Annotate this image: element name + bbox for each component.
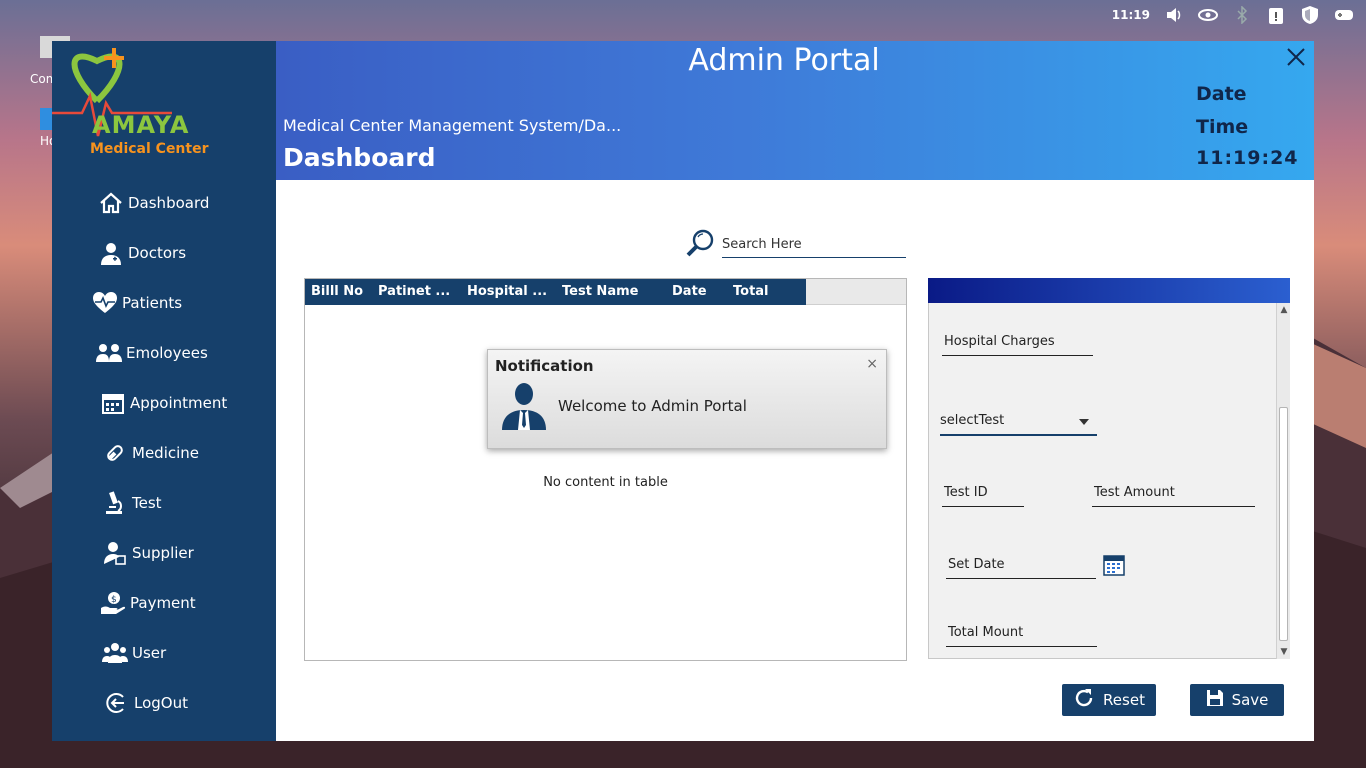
sidebar-item-logout[interactable]: LogOut	[52, 678, 276, 728]
system-tray: 11:19	[1112, 0, 1366, 30]
sidebar-item-label: Supplier	[132, 544, 194, 562]
sidebar-item-label: Emoloyees	[126, 344, 208, 362]
doctor-icon	[98, 240, 124, 266]
column-header[interactable]: Total	[727, 279, 806, 305]
sidebar-item-medicine[interactable]: Medicine	[52, 428, 276, 478]
logo-subtitle: Medical Center	[90, 141, 209, 157]
gamepad-icon[interactable]	[1334, 5, 1354, 25]
search-icon[interactable]	[686, 228, 716, 258]
sidebar-item-appointment[interactable]: Appointment	[52, 378, 276, 428]
sidebar-item-patients[interactable]: Patients	[52, 278, 276, 328]
time-label: Time	[1196, 116, 1249, 138]
window-title: Admin Portal	[688, 43, 880, 78]
column-header[interactable]: Hospital ...	[461, 279, 556, 305]
sidebar-item-employees[interactable]: Emoloyees	[52, 328, 276, 378]
logo-brand: AMAYA	[92, 111, 190, 139]
column-header[interactable]: Date	[666, 279, 727, 305]
heart-pulse-icon	[92, 290, 118, 316]
sidebar-item-supplier[interactable]: Supplier	[52, 528, 276, 578]
sidebar-item-test[interactable]: Test	[52, 478, 276, 528]
reset-button[interactable]: Reset	[1062, 684, 1156, 716]
column-header[interactable]: Patinet ...	[372, 279, 461, 305]
time-value: 11:19:24	[1196, 147, 1299, 169]
table-header: Billl No Patinet ... Hospital ... Test N…	[305, 279, 806, 305]
sidebar-item-label: Dashboard	[128, 194, 210, 212]
employees-icon	[96, 340, 122, 366]
chevron-down-icon	[1079, 419, 1089, 425]
hospital-charges-field[interactable]: Hospital Charges	[942, 334, 1093, 356]
sidebar-item-label: LogOut	[134, 694, 188, 712]
page-title: Dashboard	[283, 143, 436, 172]
users-icon	[102, 640, 128, 666]
clock[interactable]: 11:19	[1112, 8, 1150, 22]
notification-title: Notification	[495, 357, 594, 375]
notification-popup[interactable]: Notification × Welcome to Admin Portal	[487, 349, 887, 449]
close-icon[interactable]	[1282, 43, 1310, 71]
select-test-value: selectTest	[940, 413, 1005, 428]
sidebar-item-label: Test	[132, 494, 162, 512]
test-id-field[interactable]: Test ID	[942, 485, 1024, 507]
sidebar-item-dashboard[interactable]: Dashboard	[52, 178, 276, 228]
form-header	[928, 278, 1290, 303]
notification-message: Welcome to Admin Portal	[558, 397, 747, 415]
header: Admin Portal Medical Center Management S…	[276, 41, 1314, 180]
form-scrollbar[interactable]: ▲ ▼	[1276, 303, 1290, 659]
sidebar-item-label: User	[132, 644, 167, 662]
column-header[interactable]: Test Name	[556, 279, 666, 305]
bluetooth-icon[interactable]	[1232, 5, 1252, 25]
payment-hand-icon: $	[100, 590, 126, 616]
shield-icon[interactable]	[1300, 5, 1320, 25]
eye-icon[interactable]	[1198, 5, 1218, 25]
sidebar-item-label: Doctors	[128, 244, 187, 262]
sidebar-item-user[interactable]: User	[52, 628, 276, 678]
scroll-thumb[interactable]	[1279, 407, 1288, 641]
set-date-field[interactable]: Set Date	[946, 557, 1096, 579]
reset-button-label: Reset	[1103, 691, 1145, 709]
floppy-disk-icon	[1206, 689, 1224, 711]
volume-icon[interactable]	[1164, 5, 1184, 25]
clipboard-alert-icon[interactable]	[1266, 5, 1286, 25]
sidebar-item-label: Appointment	[130, 394, 228, 412]
bills-table[interactable]: Billl No Patinet ... Hospital ... Test N…	[304, 278, 907, 661]
form-body	[928, 303, 1290, 659]
sidebar-item-payment[interactable]: $ Payment	[52, 578, 276, 628]
logout-icon	[104, 690, 130, 716]
app-window: AMAYA Medical Center Dashboard Doctors P…	[52, 41, 1314, 741]
admin-avatar-icon	[498, 380, 550, 432]
total-amount-field[interactable]: Total Mount	[946, 625, 1097, 647]
notification-close-icon[interactable]: ×	[866, 356, 878, 372]
test-amount-field[interactable]: Test Amount	[1092, 485, 1255, 507]
sidebar: AMAYA Medical Center Dashboard Doctors P…	[52, 41, 276, 741]
breadcrumb: Medical Center Management System/Da...	[283, 116, 622, 135]
pill-icon	[102, 440, 128, 466]
home-icon	[98, 190, 124, 216]
search-input[interactable]	[722, 232, 906, 258]
search-bar	[686, 228, 908, 260]
sidebar-item-doctors[interactable]: Doctors	[52, 228, 276, 278]
date-picker-icon[interactable]	[1103, 554, 1125, 576]
date-label: Date	[1196, 83, 1247, 105]
scroll-down-icon[interactable]: ▼	[1277, 646, 1291, 658]
microscope-icon	[102, 490, 128, 516]
sidebar-item-label: Patients	[122, 294, 183, 312]
select-test-combo[interactable]: selectTest	[940, 413, 1097, 436]
sidebar-item-label: Payment	[130, 594, 196, 612]
sidebar-nav: Dashboard Doctors Patients Emoloyees App…	[52, 178, 276, 728]
sidebar-item-label: Medicine	[132, 444, 200, 462]
table-header-filler	[806, 279, 906, 305]
supplier-icon	[102, 540, 128, 566]
logo: AMAYA Medical Center	[52, 41, 276, 171]
save-button-label: Save	[1231, 691, 1269, 709]
save-button[interactable]: Save	[1190, 684, 1284, 716]
column-header[interactable]: Billl No	[305, 279, 372, 305]
scroll-up-icon[interactable]: ▲	[1277, 304, 1291, 316]
calendar-icon	[100, 390, 126, 416]
svg-text:$: $	[111, 595, 117, 605]
refresh-icon	[1073, 687, 1095, 713]
table-empty-text: No content in table	[543, 475, 668, 490]
